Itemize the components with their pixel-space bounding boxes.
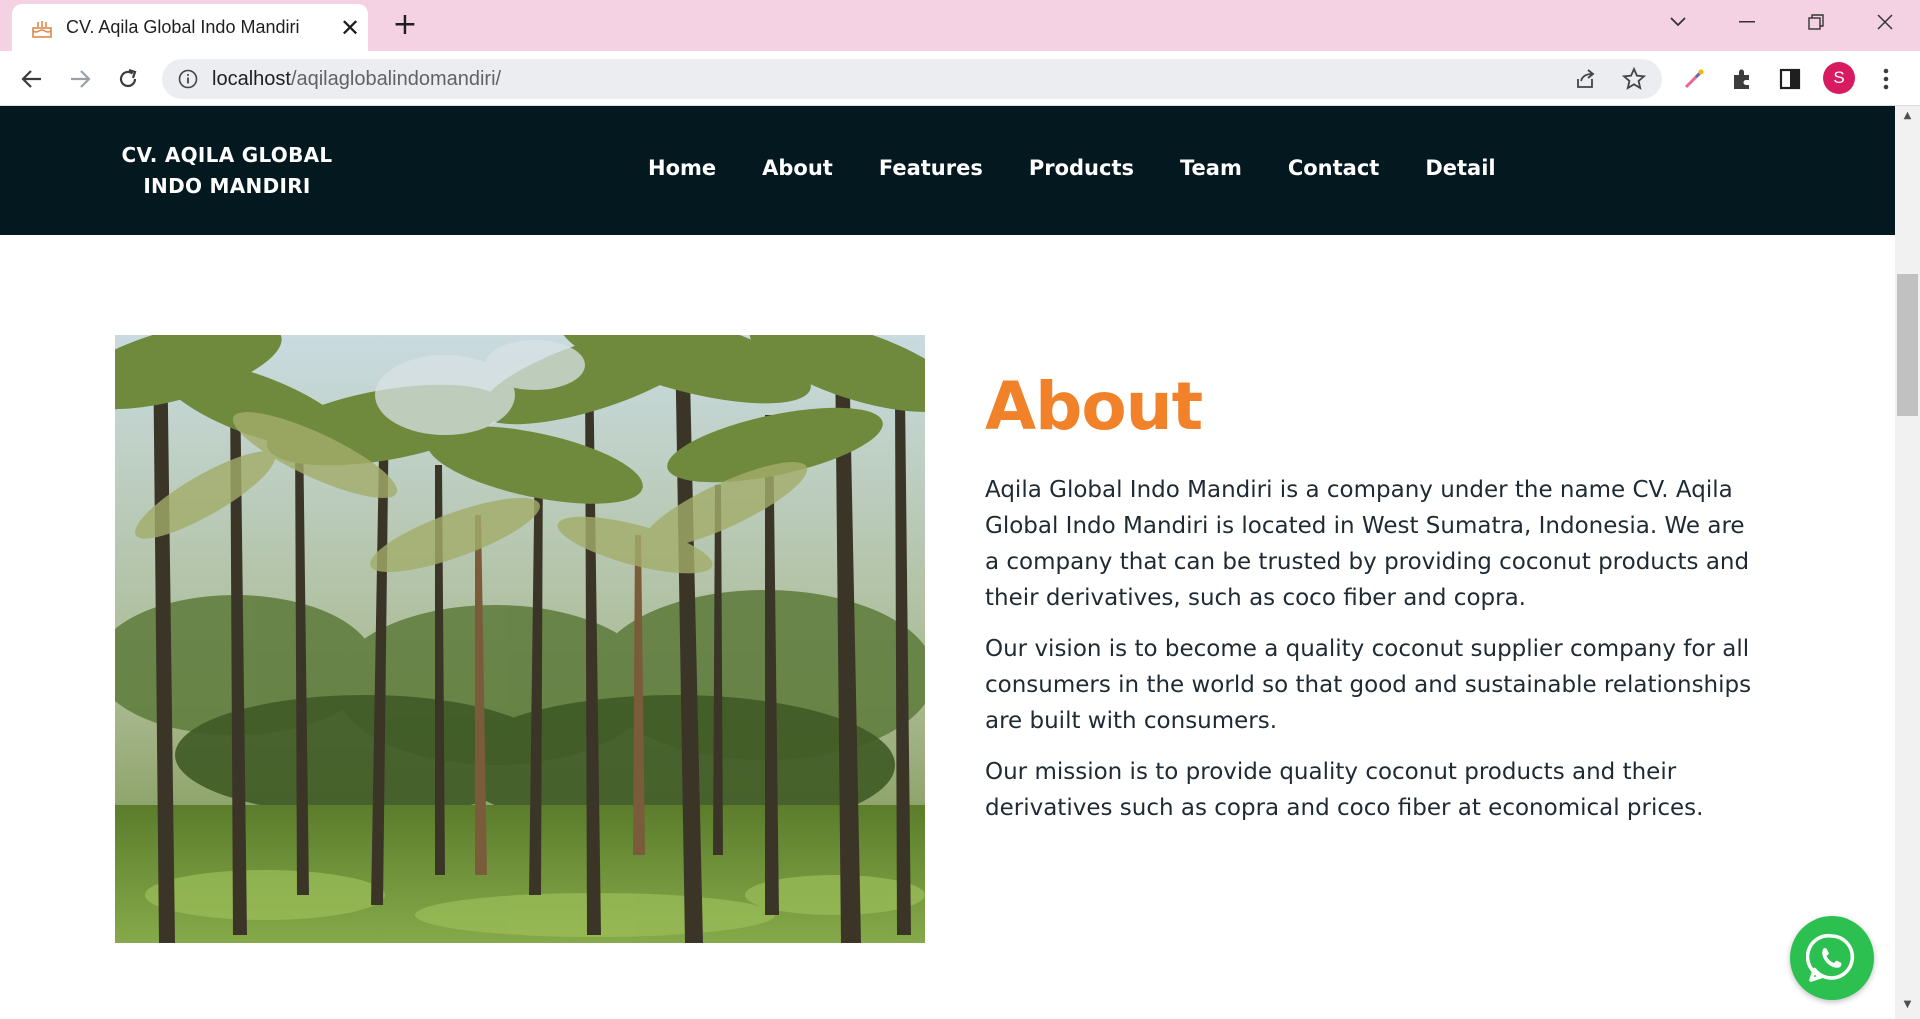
side-panel-icon[interactable] xyxy=(1776,65,1804,93)
nav-detail[interactable]: Detail xyxy=(1425,156,1495,180)
nav-home[interactable]: Home xyxy=(648,156,716,180)
new-tab-button[interactable]: + xyxy=(390,10,420,40)
url-text[interactable]: localhost/aqilaglobalindomandiri/ xyxy=(212,68,501,91)
browser-tab[interactable]: CV. Aqila Global Indo Mandiri ✕ xyxy=(12,4,368,51)
back-button[interactable] xyxy=(16,63,48,95)
share-icon[interactable] xyxy=(1574,67,1598,91)
nav-about[interactable]: About xyxy=(762,156,833,180)
nav-team[interactable]: Team xyxy=(1180,156,1242,180)
tab-title: CV. Aqila Global Indo Mandiri xyxy=(66,17,300,37)
reload-button[interactable] xyxy=(112,63,144,95)
browser-tab-strip: CV. Aqila Global Indo Mandiri ✕ + xyxy=(0,0,1920,51)
nav-products[interactable]: Products xyxy=(1029,156,1134,180)
about-description: Aqila Global Indo Mandiri is a company u… xyxy=(985,472,1765,841)
about-heading: About xyxy=(985,368,1203,445)
cake-icon xyxy=(32,21,52,38)
minimize-button[interactable] xyxy=(1727,4,1767,40)
site-header: CV. AQILA GLOBAL INDO MANDIRI Home About… xyxy=(0,106,1895,235)
page-scrollbar[interactable]: ▲ ▼ xyxy=(1895,106,1920,1019)
main-nav: Home About Features Products Team Contac… xyxy=(648,156,1542,180)
restore-button[interactable] xyxy=(1796,4,1836,40)
close-tab-icon[interactable]: ✕ xyxy=(338,14,362,42)
bookmark-star-icon[interactable] xyxy=(1622,67,1646,91)
url-path: /aqilaglobalindomandiri/ xyxy=(290,68,502,90)
coconut-plantation-image xyxy=(115,335,925,943)
close-window-button[interactable] xyxy=(1865,4,1905,40)
scroll-down-arrow-icon[interactable]: ▼ xyxy=(1895,999,1920,1015)
scrollbar-thumb[interactable] xyxy=(1897,274,1918,416)
tab-search-icon[interactable] xyxy=(1658,4,1698,40)
browser-toolbar: localhost/aqilaglobalindomandiri/ xyxy=(0,51,1920,106)
page-viewport: CV. AQILA GLOBAL INDO MANDIRI Home About… xyxy=(0,106,1895,1019)
nav-features[interactable]: Features xyxy=(879,156,983,180)
site-info-icon[interactable] xyxy=(178,69,198,89)
about-paragraph-mission: Our mission is to provide quality coconu… xyxy=(985,759,1704,821)
extension-colorpicker-icon[interactable] xyxy=(1680,65,1708,93)
logo-line-2: INDO MANDIRI xyxy=(143,174,311,198)
url-host: localhost xyxy=(212,68,291,90)
about-paragraph-vision: Our vision is to become a quality coconu… xyxy=(985,636,1752,734)
about-paragraph-intro: Aqila Global Indo Mandiri is a company u… xyxy=(985,477,1750,611)
menu-kebab-icon[interactable] xyxy=(1872,65,1900,93)
profile-avatar[interactable]: S xyxy=(1823,62,1855,94)
nav-contact[interactable]: Contact xyxy=(1288,156,1380,180)
whatsapp-icon xyxy=(1806,933,1855,982)
forward-button[interactable] xyxy=(64,63,96,95)
address-bar[interactable]: localhost/aqilaglobalindomandiri/ xyxy=(162,59,1662,99)
scroll-up-arrow-icon[interactable]: ▲ xyxy=(1895,110,1920,126)
extensions-puzzle-icon[interactable] xyxy=(1728,65,1756,93)
site-logo[interactable]: CV. AQILA GLOBAL INDO MANDIRI xyxy=(116,140,338,202)
whatsapp-button[interactable] xyxy=(1790,916,1874,1000)
logo-line-1: CV. AQILA GLOBAL xyxy=(121,143,333,167)
